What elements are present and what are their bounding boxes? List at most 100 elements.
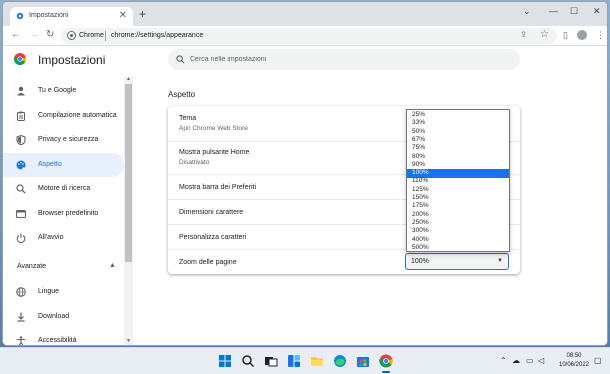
zoom-option[interactable]: 80%	[407, 153, 509, 162]
sidebar-item-label: Aspetto	[38, 161, 62, 168]
search-icon	[16, 184, 26, 194]
sidebar-item-on-startup[interactable]: All'avvio	[3, 226, 124, 250]
forward-button[interactable]: →	[29, 30, 39, 40]
accessibility-icon	[17, 336, 25, 345]
back-button[interactable]: ←	[11, 30, 21, 40]
sidebar-item-appearance[interactable]: Aspetto	[3, 153, 124, 177]
browser-window: Impostazioni ✕ + ⌄ — ☐ ✕ ← → ↻ Chrome ch…	[2, 1, 608, 346]
sidebar-scrollbar[interactable]: ▲ ▼	[124, 76, 133, 345]
network-icon[interactable]: ▭	[526, 356, 534, 365]
scroll-up-arrow-icon[interactable]: ▲	[126, 76, 131, 82]
row-label: Dimensioni carattere	[179, 209, 244, 216]
new-tab-button[interactable]: +	[139, 8, 146, 20]
sidebar-item-privacy[interactable]: Privacy e sicurezza	[3, 128, 124, 152]
volume-icon[interactable]: ◁	[538, 356, 544, 365]
chrome-site-icon	[67, 31, 76, 40]
kebab-menu-icon[interactable]: ⋮	[596, 30, 605, 41]
windows-start-icon[interactable]	[218, 354, 232, 368]
settings-header: Impostazioni	[3, 47, 607, 73]
zoom-option[interactable]: 300%	[407, 227, 509, 236]
row-label: Tema	[179, 115, 197, 122]
clipboard-icon	[16, 111, 26, 121]
zoom-option[interactable]: 400%	[407, 236, 509, 245]
chevron-down-icon: ▼	[497, 258, 503, 264]
zoom-option[interactable]: 150%	[407, 194, 509, 203]
tab-settings[interactable]: Impostazioni ✕	[10, 7, 133, 26]
edge-icon[interactable]	[333, 354, 347, 368]
sidebar-item-search-engine[interactable]: Motore di ricerca	[3, 177, 124, 201]
zoom-option[interactable]: 75%	[407, 144, 509, 153]
zoom-option[interactable]: 250%	[407, 219, 509, 228]
settings-gear-icon	[16, 12, 24, 20]
zoom-option[interactable]: 175%	[407, 202, 509, 211]
settings-search[interactable]	[168, 49, 520, 70]
share-icon[interactable]: ⇪	[520, 30, 527, 39]
page-zoom-select[interactable]: 100% ▼	[405, 253, 509, 270]
zoom-option[interactable]: 110%	[407, 177, 509, 186]
reload-button[interactable]: ↻	[46, 30, 54, 40]
page-zoom-value: 100%	[411, 258, 429, 265]
chrome-logo-icon	[14, 53, 26, 65]
tray-overflow-chevron-icon[interactable]: ⌃	[500, 356, 507, 365]
row-page-zoom: Zoom delle pagine 100% ▼	[168, 249, 520, 274]
row-sublabel: Disattivato	[179, 159, 210, 166]
address-bar[interactable]: Chrome chrome://settings/appearance ⇪ ☆	[61, 28, 557, 44]
widgets-icon[interactable]	[287, 354, 301, 368]
store-icon[interactable]	[356, 354, 370, 368]
chrome-icon[interactable]	[379, 354, 393, 373]
browser-icon	[16, 209, 26, 219]
sidebar-item-label: All'avvio	[38, 234, 64, 241]
section-title-appearance: Aspetto	[168, 90, 196, 99]
address-divider	[105, 31, 106, 41]
zoom-option[interactable]: 90%	[407, 161, 509, 170]
sidebar-item-languages[interactable]: Lingue	[3, 280, 124, 304]
zoom-option[interactable]: 25%	[407, 111, 509, 120]
zoom-option[interactable]: 67%	[407, 136, 509, 145]
tab-close-icon[interactable]: ✕	[119, 10, 127, 21]
side-panel-icon[interactable]: ▯	[563, 30, 568, 41]
search-input[interactable]	[190, 53, 490, 66]
notifications-icon[interactable]: ▢	[594, 356, 602, 365]
row-label: Mostra barra dei Preferiti	[179, 184, 257, 191]
sidebar-item-you-and-google[interactable]: Tu e Google	[3, 79, 124, 103]
row-sublabel: Apri Chrome Web Store	[179, 125, 248, 132]
profile-avatar[interactable]	[577, 30, 587, 42]
sidebar-advanced-toggle[interactable]: Avanzate ▲	[3, 257, 124, 277]
file-explorer-icon[interactable]	[310, 354, 324, 368]
tab-strip: Impostazioni ✕ + ⌄ — ☐ ✕	[3, 2, 607, 26]
sidebar-item-downloads[interactable]: Download	[3, 305, 124, 329]
clock-date: 10/06/2022	[558, 362, 590, 368]
search-icon[interactable]	[241, 354, 255, 368]
maximize-button[interactable]: ☐	[570, 6, 578, 17]
zoom-option[interactable]: 125%	[407, 186, 509, 195]
zoom-option[interactable]: 33%	[407, 119, 509, 128]
zoom-option[interactable]: 50%	[407, 128, 509, 137]
sidebar-item-accessibility[interactable]: Accessibilità	[3, 329, 124, 345]
tab-search-icon[interactable]: ⌄	[523, 6, 531, 17]
download-icon	[17, 312, 25, 322]
chevron-up-icon: ▲	[109, 262, 116, 269]
sidebar-item-label: Lingue	[38, 288, 60, 295]
windows-taskbar: ⌃ ☁ ▭ ◁ 08:50 10/06/2022 ▢	[0, 347, 610, 374]
sidebar-item-default-browser[interactable]: Browser predefinito	[3, 202, 124, 226]
scroll-down-arrow-icon[interactable]: ▼	[126, 338, 131, 344]
sidebar-item-autofill[interactable]: Compilazione automatica	[3, 104, 124, 128]
sidebar-item-label: Download	[38, 313, 70, 320]
sidebar-item-label: Browser predefinito	[38, 210, 99, 217]
system-clock[interactable]: 08:50 10/06/2022	[556, 352, 592, 370]
scrollbar-thumb[interactable]	[125, 84, 132, 262]
address-host: Chrome	[79, 32, 104, 39]
sidebar-item-label: Motore di ricerca	[38, 185, 91, 192]
cloud-icon[interactable]: ☁	[512, 356, 520, 365]
minimize-button[interactable]: —	[549, 6, 558, 16]
person-icon	[17, 86, 25, 96]
page-zoom-dropdown-list[interactable]: 25% 33% 50% 67% 75% 80% 90% 100% 110% 125% 150% 175…	[406, 109, 510, 252]
palette-icon	[16, 160, 26, 170]
bookmark-star-icon[interactable]: ☆	[540, 29, 549, 40]
zoom-option[interactable]: 200%	[407, 211, 509, 220]
close-window-button[interactable]: ✕	[593, 6, 601, 17]
browser-toolbar: ← → ↻ Chrome chrome://settings/appearanc…	[3, 26, 607, 46]
task-view-icon[interactable]	[264, 354, 278, 368]
zoom-option[interactable]: 500%	[407, 244, 509, 253]
zoom-option[interactable]: 100%	[407, 169, 509, 178]
